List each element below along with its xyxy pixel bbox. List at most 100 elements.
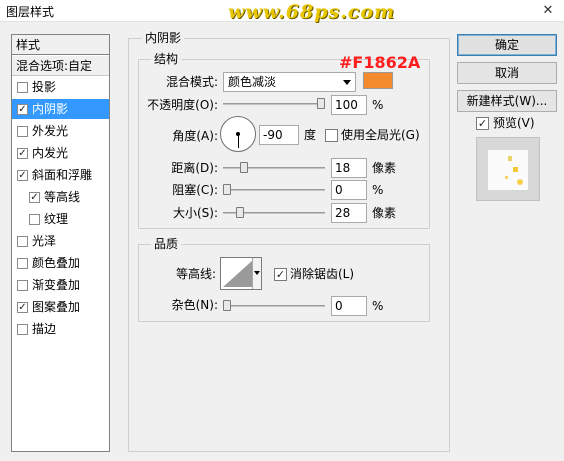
choke-slider-track: [223, 189, 325, 191]
noise-slider-thumb[interactable]: [223, 300, 231, 311]
size-slider-thumb[interactable]: [236, 207, 244, 218]
noise-unit: %: [372, 299, 384, 313]
choke-unit: %: [372, 183, 384, 197]
angle-input[interactable]: -90: [259, 125, 299, 145]
style-list-item[interactable]: ✓ 等高线: [12, 187, 109, 207]
title-bar: 图层样式 www.68ps.com ✕: [0, 0, 564, 23]
distance-slider[interactable]: [223, 162, 325, 173]
blend-options-item[interactable]: 混合选项:自定: [12, 56, 109, 76]
opacity-slider[interactable]: [223, 98, 325, 109]
style-checkbox[interactable]: ✓: [29, 192, 40, 203]
choke-label: 阻塞(C):: [172, 183, 218, 197]
style-checkbox[interactable]: [17, 258, 28, 269]
style-list-item[interactable]: ✓ 斜面和浮雕: [12, 165, 109, 185]
style-checkbox[interactable]: ✓: [17, 104, 28, 115]
angle-label: 角度(A):: [172, 129, 218, 143]
new-style-button[interactable]: 新建样式(W)...: [457, 90, 557, 112]
angle-dial-needle: [238, 134, 239, 148]
style-list-item[interactable]: ✓ 图案叠加: [12, 297, 109, 317]
style-list-item[interactable]: 投影: [12, 77, 109, 97]
style-list-item[interactable]: 光泽: [12, 231, 109, 251]
style-list-item[interactable]: 描边: [12, 319, 109, 339]
style-list-item[interactable]: 渐变叠加: [12, 275, 109, 295]
style-list-item[interactable]: 纹理: [12, 209, 109, 229]
style-checkbox[interactable]: [17, 280, 28, 291]
choke-slider[interactable]: [223, 184, 325, 195]
preview-label: 预览(V): [493, 116, 535, 130]
contour-label: 等高线:: [175, 267, 216, 281]
style-list-item-label: 图案叠加: [32, 300, 81, 314]
distance-label: 距离(D):: [171, 161, 218, 175]
preview-sparkle: [513, 167, 518, 172]
blend-mode-label: 混合模式:: [165, 75, 218, 89]
style-checkbox[interactable]: [17, 126, 28, 137]
noise-slider-track: [223, 305, 325, 307]
opacity-unit: %: [372, 98, 384, 112]
style-list-item[interactable]: 外发光: [12, 121, 109, 141]
preview-sparkle: [517, 179, 523, 185]
style-list-item-label: 投影: [32, 80, 57, 94]
ok-button[interactable]: 确定: [457, 34, 557, 56]
inner-shadow-title: 内阴影: [142, 31, 185, 45]
opacity-slider-thumb[interactable]: [317, 98, 325, 109]
preview-checkbox[interactable]: ✓: [476, 117, 489, 130]
distance-slider-thumb[interactable]: [240, 162, 248, 173]
style-checkbox[interactable]: ✓: [17, 148, 28, 159]
window-title: 图层样式: [6, 5, 55, 19]
preview-sparkle: [505, 176, 508, 179]
quality-title: 品质: [151, 237, 182, 251]
style-list-item-label: 颜色叠加: [32, 256, 81, 270]
noise-slider[interactable]: [223, 300, 325, 311]
angle-dial[interactable]: [220, 116, 256, 152]
style-list-item-label: 描边: [32, 322, 57, 336]
style-list-item-label: 纹理: [44, 212, 69, 226]
style-list-item-label: 外发光: [32, 124, 69, 138]
size-unit: 像素: [372, 206, 397, 220]
color-annotation: #F1862A: [339, 53, 421, 72]
global-light-label: 使用全局光(G): [341, 128, 420, 142]
size-input[interactable]: 28: [331, 203, 367, 223]
contour-picker[interactable]: [220, 257, 262, 290]
cancel-button[interactable]: 取消: [457, 62, 557, 84]
angle-unit: 度: [304, 128, 317, 142]
style-list-item-label: 内发光: [32, 146, 69, 160]
style-checkbox[interactable]: [17, 82, 28, 93]
style-checkbox[interactable]: [29, 214, 40, 225]
watermark-text: www.68ps.com: [228, 1, 396, 23]
style-list-item[interactable]: 颜色叠加: [12, 253, 109, 273]
size-label: 大小(S):: [172, 206, 218, 220]
style-list-item-label: 斜面和浮雕: [32, 168, 93, 182]
choke-input[interactable]: 0: [331, 180, 367, 200]
style-list-item[interactable]: ✓ 内发光: [12, 143, 109, 163]
angle-dial-center: [236, 132, 240, 136]
style-checkbox[interactable]: ✓: [17, 170, 28, 181]
blend-mode-value: 颜色减淡: [228, 75, 277, 89]
preview-swatch: [488, 150, 528, 190]
contour-preview-icon: [223, 260, 253, 287]
style-list-item-label: 内阴影: [32, 102, 69, 116]
opacity-input[interactable]: 100: [331, 95, 367, 115]
distance-unit: 像素: [372, 161, 397, 175]
style-list-item[interactable]: ✓ 内阴影: [12, 99, 109, 119]
noise-input[interactable]: 0: [331, 296, 367, 316]
chevron-down-icon: [343, 80, 351, 85]
preview-sparkle: [508, 156, 512, 161]
shadow-color-swatch[interactable]: [363, 72, 393, 89]
style-checkbox[interactable]: ✓: [17, 302, 28, 313]
global-light-checkbox[interactable]: [325, 129, 338, 142]
style-preview-thumbnail: [476, 137, 540, 201]
style-checkbox[interactable]: [17, 324, 28, 335]
close-icon[interactable]: ✕: [537, 3, 559, 19]
contour-dropdown-button[interactable]: [252, 258, 261, 289]
style-checkbox[interactable]: [17, 236, 28, 247]
antialias-checkbox[interactable]: ✓: [274, 268, 287, 281]
size-slider[interactable]: [223, 207, 325, 218]
style-list-item-label: 渐变叠加: [32, 278, 81, 292]
style-list-item-label: 光泽: [32, 234, 57, 248]
blend-mode-select[interactable]: 颜色减淡: [223, 72, 356, 92]
choke-slider-thumb[interactable]: [223, 184, 231, 195]
style-list-header: 样式: [12, 35, 109, 55]
opacity-slider-track: [223, 103, 325, 105]
distance-input[interactable]: 18: [331, 158, 367, 178]
noise-label: 杂色(N):: [171, 298, 218, 312]
